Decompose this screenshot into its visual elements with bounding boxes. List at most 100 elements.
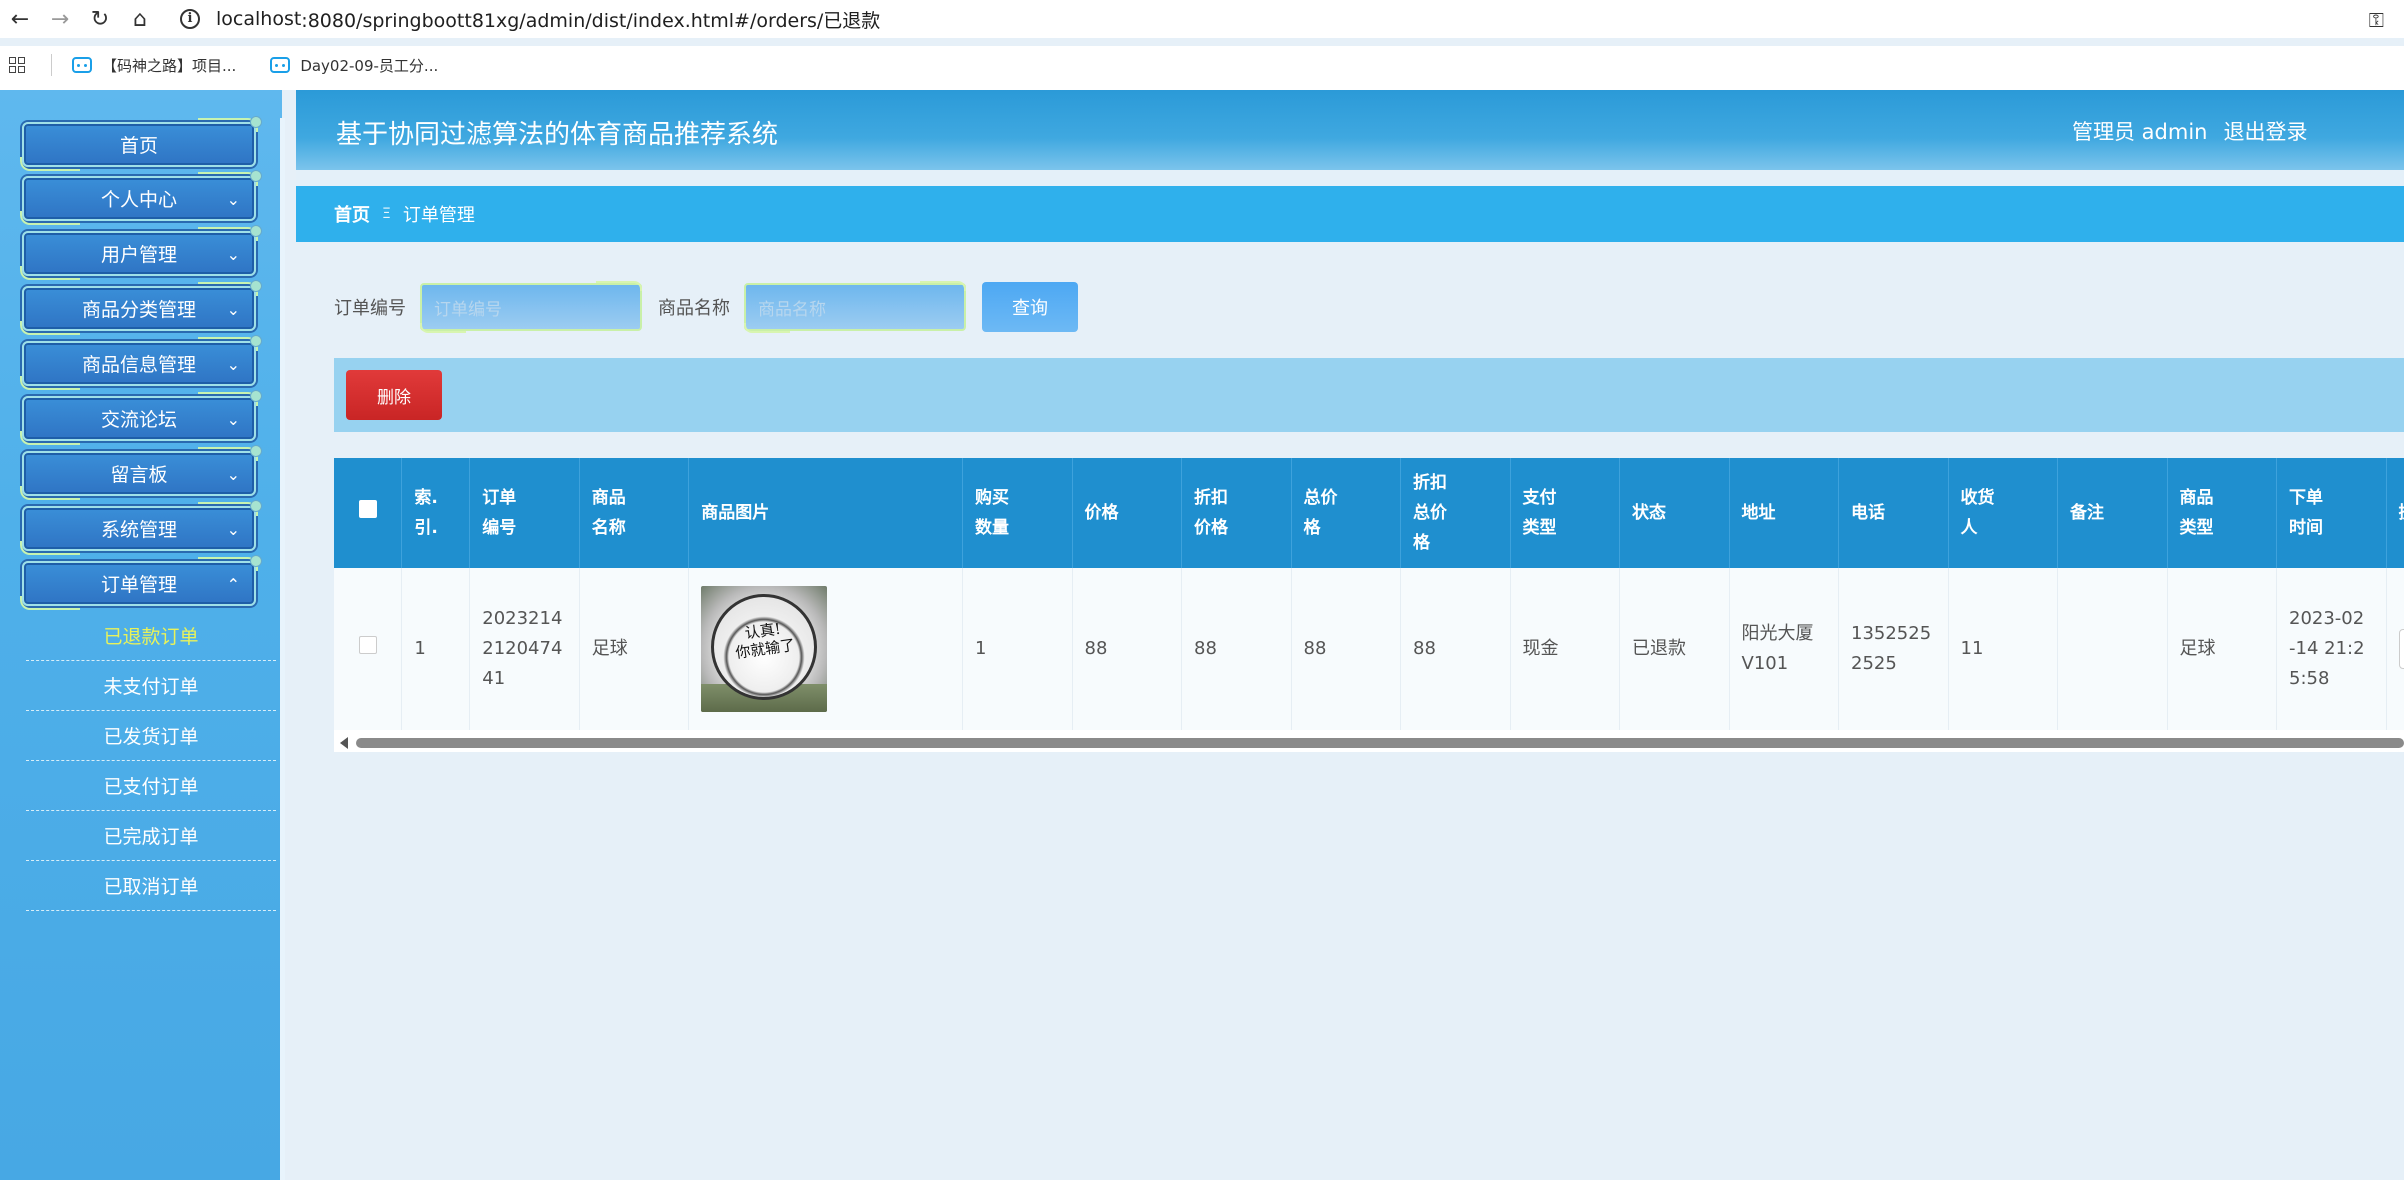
sidebar-item[interactable]: 交流论坛 ⌄ [20,390,262,445]
column-header-line: 格 [1413,533,1430,553]
ornament-corner [198,225,262,241]
bookmark-label: Day02-09-员工分... [300,56,439,75]
submenu-item[interactable]: 已发货订单 [26,711,276,761]
product-type-cell: 足球 [2167,568,2277,730]
horizontal-scrollbar[interactable] [334,734,2404,752]
column-header: 地址 [1729,458,1839,568]
quantity-cell: 1 [962,568,1073,730]
remark-cell [2057,568,2168,730]
home-icon[interactable]: ⌂ [120,0,160,38]
sidebar-item[interactable]: 订单管理 ⌃ [20,555,262,610]
bookmark-item[interactable]: 【码神之路】项目... [72,55,236,76]
column-header-line: 格 [1303,518,1321,538]
scrollbar-thumb[interactable] [356,738,2404,748]
phone-cell: 1352525 2525 [1838,568,1949,730]
ornament-corner [198,500,262,516]
product-name-input[interactable]: 商品名称 [744,281,966,333]
column-header: 收货人 [1948,458,2058,568]
column-header-line: 折扣 [1194,488,1228,508]
bulk-delete-button[interactable]: 删除 [346,370,442,420]
discount-total-cell: 88 [1400,568,1511,730]
column-header-line: 商品图片 [701,503,770,523]
column-header: 价格 [1072,458,1182,568]
sidebar-item-label: 系统管理 [100,519,177,541]
column-header-line: 地址 [1741,503,1776,523]
address-cell-line: V101 [1741,653,1789,674]
column-header-line: 备注 [2070,503,2104,523]
back-icon[interactable]: ← [0,0,40,38]
address-bar[interactable]: i localhost:8080/springboott81xg/admin/d… [180,2,880,36]
ornament-corner [198,335,262,351]
product-name-label: 商品名称 [658,298,730,319]
bookmark-item[interactable]: Day02-09-员工分... [270,55,438,76]
column-header-line: 商品 [591,488,626,508]
product-image[interactable]: 认真! 你就输了 [701,586,828,712]
header-spacer [296,170,2404,186]
input-ornament [920,281,966,291]
column-header: 电话 [1838,458,1949,568]
column-header: 折扣 总价格 [1400,458,1511,568]
sidebar-scrollbar[interactable] [280,118,285,1180]
submenu-item[interactable]: 未支付订单 [26,661,276,711]
chevron-icon: ⌄ [226,300,240,319]
password-key-icon[interactable]: ⚿ [2369,8,2384,32]
sidebar-item[interactable]: 用户管理 ⌄ [20,225,262,280]
column-header-line: 收货 [1960,488,1995,508]
app-header: 基于协同过滤算法的体育商品推荐系统 管理员 admin 退出登录 [296,90,2404,170]
apps-grid-icon[interactable] [9,57,25,73]
sidebar-item[interactable]: 商品信息管理 ⌄ [20,335,262,390]
ornament-corner [198,555,262,571]
sidebar-item-label: 商品信息管理 [81,354,196,376]
chevron-icon: ⌄ [226,190,240,209]
column-header-line: 订单 [482,488,517,508]
column-header-line: 引. [414,518,438,538]
column-header: 商品图片 [688,458,963,568]
sidebar-item-label: 首页 [119,135,158,157]
order-no-cell-line: 2023214 [482,608,563,629]
row-checkbox[interactable] [358,636,377,654]
submenu-item[interactable]: 已完成订单 [26,811,276,861]
breadcrumb-home[interactable]: 首页 [334,201,370,227]
ornament-corner [20,321,80,335]
search-form: 订单编号 订单编号 商品名称 商品名称 查询 [334,281,1078,333]
url-path: :8080/springboott81xg/admin/dist/index.h… [301,9,881,32]
query-button[interactable]: 查询 [982,282,1078,332]
sidebar-item[interactable]: 商品分类管理 ⌄ [20,280,262,335]
column-header: 总价格 [1291,458,1401,568]
browser-toolbar: ← → ↻ ⌂ i localhost:8080/springboott81xg… [0,0,2404,38]
select-all-checkbox[interactable] [358,500,377,518]
submenu-item[interactable]: 已取消订单 [26,861,276,911]
table-row[interactable]: 1 2023214 2120474 41 足球 认真! 你就输了 1 88 88 88 88 现金 已退款… [334,568,2404,730]
detail-button[interactable]: 详情 [2398,629,2404,669]
order-no-input[interactable]: 订单编号 [420,281,642,333]
forward-icon[interactable]: → [40,0,80,38]
column-header: 折扣 价格 [1181,458,1292,568]
order-no-label: 订单编号 [334,298,406,319]
submenu-item[interactable]: 已支付订单 [26,761,276,811]
reload-icon[interactable]: ↻ [80,0,120,38]
row-select-cell [334,568,403,730]
column-header-line: 名称 [591,518,626,538]
sidebar-item[interactable]: 系统管理 ⌄ [20,500,262,555]
bookmarks-divider [51,54,52,76]
submenu-item[interactable]: 已退款订单 [26,611,276,661]
column-header-line: 购买 [975,488,1009,508]
bookmarks-bar: 【码神之路】项目... Day02-09-员工分... [0,46,2404,84]
ornament-corner [198,390,262,406]
logout-link[interactable]: 退出登录 [2223,116,2307,146]
order-time-cell: 2023-02 -14 21:2 5:58 [2276,568,2387,730]
sidebar-item[interactable]: 个人中心 ⌄ [20,170,262,225]
current-user: 管理员 admin [2072,120,2208,144]
sidebar-item[interactable]: 留言板 ⌄ [20,445,262,500]
sidebar-item-label: 交流论坛 [100,409,177,431]
chevron-icon: ⌃ [226,575,240,594]
ornament-corner [20,157,80,171]
column-header-line: 电话 [1851,503,1885,523]
sidebar-item[interactable]: 首页 [20,116,262,171]
site-info-icon[interactable]: i [180,9,200,29]
column-header-line: 类型 [2179,518,2214,538]
scroll-left-icon[interactable] [340,737,348,749]
column-header: 备注 [2057,458,2168,568]
column-header: 下单 时间 [2276,458,2387,568]
orders-table: 索. 引. 订单 编号 商品 名称 商品图片 购买 数量 价格 折扣 价格 总价格折扣 总价格支付 类型 状态… [334,458,2404,752]
